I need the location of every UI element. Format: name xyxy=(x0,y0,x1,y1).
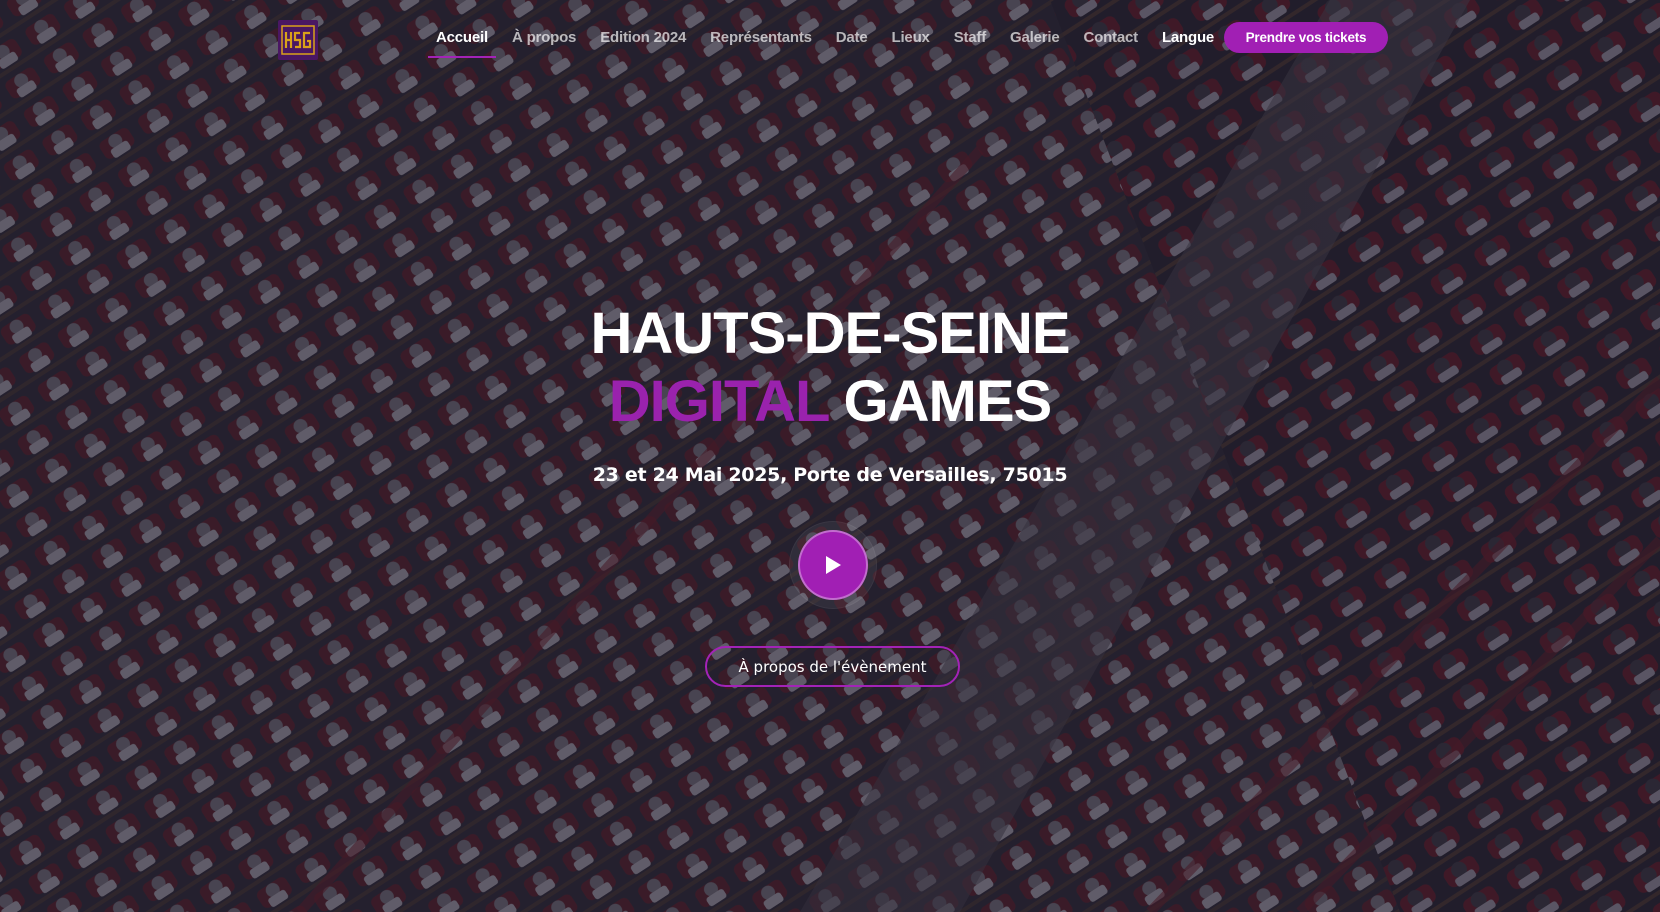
site-header: Accueil À propos Edition 2024 Représenta… xyxy=(0,0,1660,76)
about-event-button[interactable]: À propos de l'évènement xyxy=(705,646,960,687)
nav-item-galerie[interactable]: Galerie xyxy=(1010,25,1060,54)
hero-title: HAUTS-DE-SEINE DIGITAL GAMES xyxy=(0,300,1660,436)
site-logo[interactable] xyxy=(278,20,318,60)
video-play-ring xyxy=(790,522,876,608)
nav-item-langue[interactable]: Langue xyxy=(1162,25,1214,54)
hero-section xyxy=(0,0,1660,912)
play-video-button[interactable] xyxy=(798,530,868,600)
hero-title-rest: GAMES xyxy=(843,369,1053,434)
nav-item-lieux[interactable]: Lieux xyxy=(892,25,930,54)
nav-item-edition-2024[interactable]: Edition 2024 xyxy=(600,25,686,54)
play-icon xyxy=(826,556,841,574)
event-date-location: 23 et 24 Mai 2025, Porte de Versailles, … xyxy=(592,464,1068,486)
nav-item-a-propos[interactable]: À propos xyxy=(512,25,576,54)
nav-item-accueil[interactable]: Accueil xyxy=(428,25,496,58)
nav-item-date[interactable]: Date xyxy=(836,25,868,54)
nav-item-staff[interactable]: Staff xyxy=(954,25,987,54)
buy-tickets-button[interactable]: Prendre vos tickets xyxy=(1224,22,1388,53)
dark-overlay xyxy=(0,0,1660,912)
nav-item-representants[interactable]: Représentants xyxy=(710,25,812,54)
main-nav: Accueil À propos Edition 2024 Représenta… xyxy=(428,24,1238,58)
hero-title-accent: DIGITAL xyxy=(608,369,830,434)
hero-title-line2: DIGITAL GAMES xyxy=(0,368,1660,436)
nav-item-contact[interactable]: Contact xyxy=(1084,25,1139,54)
hsdg-logo-icon xyxy=(281,25,315,55)
hero-title-line1: HAUTS-DE-SEINE xyxy=(590,301,1070,366)
